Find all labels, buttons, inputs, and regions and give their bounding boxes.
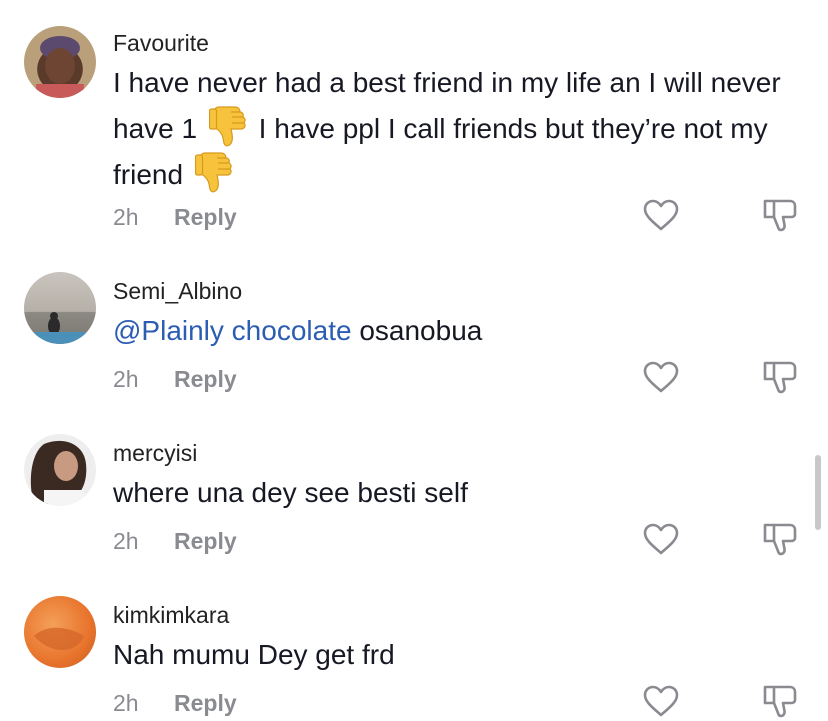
avatar[interactable] [24,596,96,668]
comment-text-part: Nah mumu Dey get frd [113,639,395,670]
comment-username[interactable]: Semi_Albino [113,278,242,305]
comment-text: where una dey see besti self [113,470,793,516]
comment-text: I have never had a best friend in my lif… [113,60,793,198]
scrollbar[interactable] [815,455,821,530]
comment-text: Nah mumu Dey get frd [113,632,793,678]
avatar[interactable] [24,272,96,344]
heart-icon[interactable] [643,199,679,231]
reply-button[interactable]: Reply [174,690,237,717]
comment-text-part: where una dey see besti self [113,477,468,508]
reply-button[interactable]: Reply [174,528,237,555]
comment-username[interactable]: Favourite [113,30,209,57]
reply-button[interactable]: Reply [174,366,237,393]
comment-time: 2h [113,690,139,716]
avatar[interactable] [24,26,96,98]
heart-icon[interactable] [643,685,679,717]
heart-icon[interactable] [643,361,679,393]
comment-username[interactable]: kimkimkara [113,602,229,629]
avatar-photo-woman-hair-icon [30,440,87,506]
thumbs-down-emoji-icon [195,152,233,194]
comment-time: 2h [113,528,139,554]
avatar-photo-woman-icon [36,36,84,98]
avatar[interactable] [24,434,96,506]
thumbs-down-icon[interactable] [762,359,798,395]
comment-text-part: osanobua [359,315,483,346]
thumbs-down-icon[interactable] [762,197,798,233]
comment-time: 2h [113,204,139,230]
avatar-photo-beach-icon [24,312,96,344]
reply-button[interactable]: Reply [174,204,237,231]
comment-username[interactable]: mercyisi [113,440,197,467]
heart-icon[interactable] [643,523,679,555]
comment-text: @Plainly chocolate osanobua [113,308,793,354]
comment-time: 2h [113,366,139,392]
avatar-photo-orange-icon [34,627,84,650]
thumbs-down-icon[interactable] [762,683,798,719]
thumbs-down-icon[interactable] [762,521,798,557]
mention-link[interactable]: @Plainly chocolate [113,315,352,346]
thumbs-down-emoji-icon [209,106,247,148]
